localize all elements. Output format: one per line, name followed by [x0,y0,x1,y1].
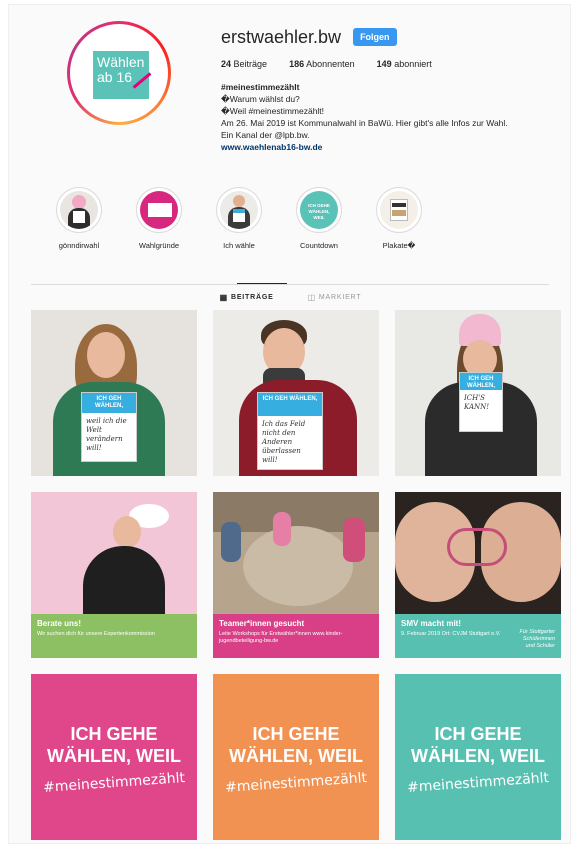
highlight-label: Ich wähle [223,241,255,250]
banner-title: Teamer*innen gesucht [219,619,305,628]
post-item[interactable]: SMV macht mit! 9. Februar 2019 Ort: CVJM… [395,492,561,658]
followers-count[interactable]: 186 Abonnenten [289,59,355,69]
post-headline: WÄHLEN, WEIL [411,746,545,766]
highlight-item[interactable]: Ich wähle [213,187,265,250]
tag-icon: ◫ [307,293,316,302]
bio-line: �Weil #meinestimmezählt! [221,106,325,116]
sign-handwriting: Ich das Feld nicht den Anderen überlasse… [262,420,306,465]
profile-stats: 24 Beiträge 186 Abonnenten 149 abonniert [221,59,561,69]
profile-tabs: ▦ BEITRÄGE ◫ MARKIERT [9,293,572,302]
banner-subtitle: Leite Workshops für Erstwähler*innen www… [219,631,343,644]
post-item[interactable]: ICH GEHE WÄHLEN, WEIL #meinestimmezählt [31,674,197,840]
tabs-divider [31,284,549,285]
profile-page: Wählen ab 16 erstwaehler.bw Folgen 24 Bei… [8,4,571,844]
post-item[interactable]: Teamer*innen gesucht Leite Workshops für… [213,492,379,658]
highlight-label: gönndirwahl [58,241,100,250]
post-hashtag: #meinestimmezählt [224,770,368,796]
grid-icon: ▦ [219,293,228,302]
tab-tagged[interactable]: ◫ MARKIERT [308,293,362,302]
countdown-badge-text: ICH GEHE WÄHLEN, WEIL [308,203,330,220]
avatar-logo-text: Wählen ab 16 [97,54,145,85]
banner-title: Berate uns! [37,619,82,628]
bio-line: Ein Kanal der @lpb.bw. [221,130,310,140]
sign-header-text: ICH GEH WÄHLEN, [258,393,322,416]
follow-button[interactable]: Folgen [353,28,397,46]
banner-title: SMV macht mit! [401,619,462,628]
post-item[interactable]: Berate uns! Wir suchen dich für unsere E… [31,492,197,658]
story-highlights: gönndirwahl Wahlgründe Ich wähle ICH GEH… [53,187,425,250]
highlight-item[interactable]: gönndirwahl [53,187,105,250]
post-hashtag: #meinestimmezählt [406,770,550,796]
highlight-item[interactable]: ICH GEHE WÄHLEN, WEIL Countdown [293,187,345,250]
highlight-item[interactable]: Wahlgründe [133,187,185,250]
bio-line: Am 26. Mai 2019 ist Kommunalwahl in BaWü… [221,118,508,128]
post-item[interactable]: ICH GEH WÄHLEN, weil ich die Welt veränd… [31,310,197,476]
sign-handwriting: weil ich die Welt verändern will! [86,417,127,453]
sign-header-text: ICH GEH WÄHLEN, [460,373,502,391]
highlight-item[interactable]: Plakate� [373,187,425,250]
post-headline: ICH GEHE [252,724,340,744]
highlight-label: Plakate� [382,241,416,250]
active-tab-indicator [237,283,287,284]
bio-line: �Warum wählst du? [221,94,300,104]
bio-hashtag: #meinestimmezählt [221,82,300,92]
post-item[interactable]: ICH GEHE WÄHLEN, WEIL #meinestimmezählt [213,674,379,840]
sign-handwriting: ICH'S KANN! [464,393,490,411]
bio-website-link[interactable]: www.waehlenab16-bw.de [221,141,561,153]
post-hashtag: #meinestimmezählt [42,770,186,796]
banner-subtitle: Wir suchen dich für unsere Expertenkommi… [37,631,155,637]
post-item[interactable]: ICH GEH WÄHLEN, ICH'S KANN! [395,310,561,476]
post-headline: ICH GEHE [434,724,522,744]
username: erstwaehler.bw [221,26,342,47]
post-item[interactable]: ICH GEH WÄHLEN, Ich das Feld nicht den A… [213,310,379,476]
post-headline: ICH GEHE [70,724,158,744]
sign-header-text: ICH GEH WÄHLEN, [82,393,136,414]
posts-count: 24 Beiträge [221,59,268,69]
profile-avatar[interactable]: Wählen ab 16 [67,21,171,125]
post-item[interactable]: ICH GEHE WÄHLEN, WEIL #meinestimmezählt [395,674,561,840]
tab-posts[interactable]: ▦ BEITRÄGE [220,293,274,302]
profile-info: erstwaehler.bw Folgen 24 Beiträge 186 Ab… [221,25,561,153]
post-headline: WÄHLEN, WEIL [229,746,363,766]
highlight-label: Countdown [300,241,338,250]
highlight-label: Wahlgründe [138,241,180,250]
post-headline: WÄHLEN, WEIL [47,746,181,766]
banner-side-text: Für Stuttgarter Schülerinnen und Schüler [519,629,555,649]
posts-grid: ICH GEH WÄHLEN, weil ich die Welt veränd… [31,310,561,840]
following-count[interactable]: 149 abonniert [377,59,432,69]
profile-bio: #meinestimmezählt �Warum wählst du? �Wei… [221,81,561,153]
